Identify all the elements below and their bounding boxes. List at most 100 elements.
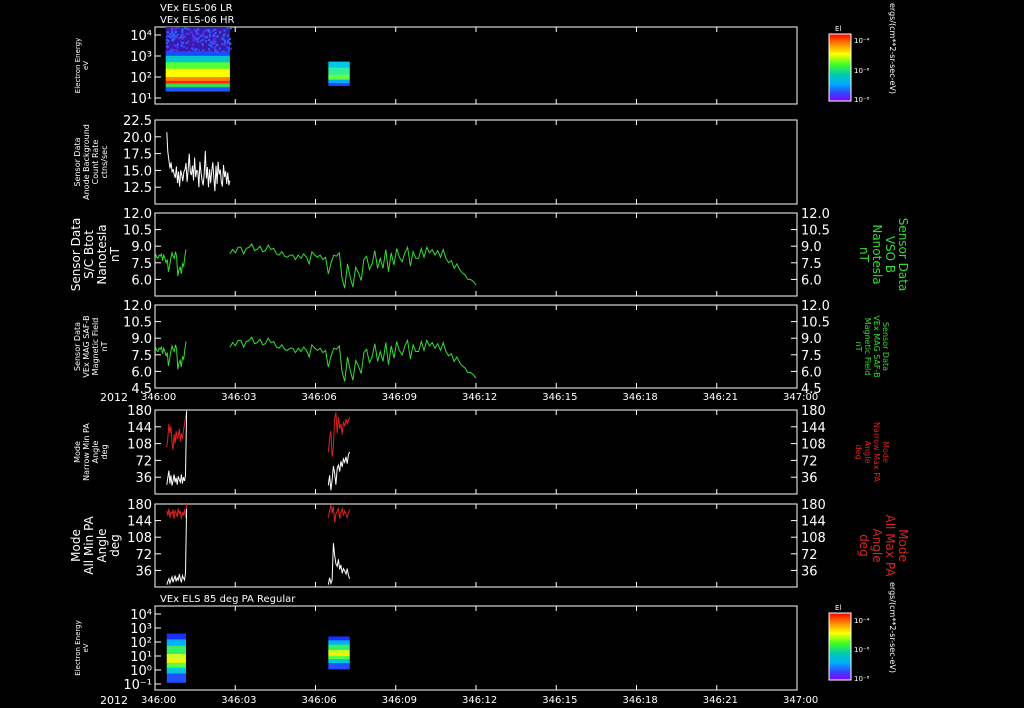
y-tick-label: 12.0	[123, 207, 152, 222]
colorbar-top-gradient	[828, 33, 852, 102]
spectrogram-speckle	[201, 44, 204, 47]
y-tick-label-right: 144	[801, 421, 826, 436]
spectrogram-speckle	[166, 35, 169, 38]
y-axis-label-line: Magnetic Field	[91, 318, 100, 376]
y-tick-label-right: 10.5	[801, 224, 830, 239]
y-tick-label: 7.5	[131, 349, 152, 364]
spectrogram-speckle	[216, 35, 219, 38]
spectrogram-speckle	[227, 46, 230, 49]
spectrogram-speckle	[219, 47, 222, 50]
spectrogram-speckle	[193, 28, 196, 31]
spectrogram-band	[165, 87, 230, 92]
spectrogram-speckle	[185, 41, 188, 44]
y-axis-label-line: Count Rate	[91, 140, 100, 185]
spectrogram-speckle	[229, 27, 232, 30]
time-tick-label: 346:06	[302, 695, 337, 706]
colorbar-bottom-tick-2: 10⁻⁶	[854, 646, 870, 654]
y-tick-label-right: 12.0	[801, 299, 830, 314]
spectrogram-speckle	[209, 31, 212, 34]
spectrogram-speckle	[188, 28, 191, 31]
spectrogram-speckle	[223, 33, 226, 36]
spectrogram-band	[328, 79, 350, 84]
y-tick-label-right: 9.0	[801, 332, 822, 347]
spectrogram-speckle	[166, 46, 169, 49]
spectrogram-speckle	[197, 49, 200, 52]
time-tick-label: 346:18	[623, 695, 658, 706]
panel-frame	[154, 26, 798, 105]
spectrogram-speckle	[175, 49, 178, 52]
time-tick-label: 346:18	[623, 392, 658, 403]
colorbar-top-tick-3: 10⁻⁸	[854, 96, 870, 104]
spectrogram-speckle	[176, 27, 179, 30]
panel-pa-narrow: 180 180144 144108 10872 7236 36Mode Narrow Min…	[73, 404, 890, 495]
y-tick-label: 10²	[130, 636, 152, 651]
spectrogram-speckle	[226, 27, 229, 30]
spectrogram-speckle	[195, 37, 198, 40]
y-axis-label-line: Electron Energy	[74, 38, 82, 93]
colorbar-top: El 10⁻⁴ 10⁻⁶ 10⁻⁸ ergs/(cm**2-sr-sec-eV)	[828, 3, 897, 104]
spectrogram-band	[328, 67, 350, 76]
right-axis-label-line: deg	[857, 534, 871, 557]
y-tick-label: 12.5	[123, 181, 152, 196]
y-axis-label-line: deg	[100, 444, 109, 459]
spectrogram-band	[328, 663, 350, 670]
spectrogram-speckle	[181, 32, 184, 35]
time-tick-label: 346:12	[462, 392, 497, 403]
title-bottom: VEx ELS 85 deg PA Regular	[160, 594, 296, 605]
time-tick-label: 346:03	[221, 392, 256, 403]
year-label-bottom: 2012	[100, 694, 128, 707]
spectrogram-speckle	[221, 42, 224, 45]
spectrogram-speckle	[208, 44, 211, 47]
y-tick-label-right: 180	[801, 498, 826, 513]
panel-bkg: 22.5 20.0 17.515.0 12.5 Sensor Data Anode Bac…	[73, 114, 798, 205]
time-tick-label: 347:00	[783, 695, 818, 706]
y-tick-label: 36	[135, 564, 152, 579]
right-axis-label-line: Narrow Max PA	[872, 422, 881, 483]
series-line	[229, 336, 477, 382]
spectrogram-band	[328, 659, 350, 664]
y-tick-label: 108	[127, 531, 152, 546]
spectrogram-speckle	[208, 38, 211, 41]
spectrogram-band	[328, 640, 350, 646]
spectrogram-speckle	[203, 30, 206, 33]
spectrogram-speckle	[216, 49, 219, 52]
time-tick-label: 346:00	[141, 695, 176, 706]
spectrogram-band	[328, 74, 350, 81]
spectrogram-speckle	[216, 51, 219, 54]
right-axis-label-line: nT	[854, 342, 863, 352]
spectrogram-speckle	[208, 50, 211, 53]
spectrogram-speckle	[171, 32, 174, 35]
spectrogram-speckle	[201, 34, 204, 37]
spectrogram-speckle	[175, 35, 178, 38]
right-axis-label-line: Magnetic Field	[863, 318, 872, 376]
spectrogram-speckle	[214, 49, 217, 52]
spectrogram-band	[328, 644, 350, 651]
panel-frame	[154, 605, 798, 691]
y-tick-label: 15.0	[123, 164, 152, 179]
spectrogram-band	[166, 662, 187, 669]
spectrogram-speckle	[191, 47, 194, 50]
spectrogram-speckle	[208, 48, 211, 51]
spectrogram-speckle	[197, 37, 200, 40]
time-tick-label: 346:15	[542, 695, 577, 706]
spectrogram-band	[165, 51, 230, 57]
y-tick-label: 10.5	[123, 224, 152, 239]
right-axis-label-line: Nanotesla	[870, 224, 884, 284]
series-line	[327, 543, 351, 586]
year-label-mid: 2012	[100, 391, 128, 404]
y-tick-label: 10⁴	[130, 608, 152, 623]
panel-frame	[154, 503, 798, 588]
time-tick-label: 346:06	[302, 392, 337, 403]
spectrogram-block	[328, 636, 350, 670]
spectrogram-speckle	[181, 34, 184, 37]
series-line	[166, 508, 188, 586]
right-axis-label-line: Mode	[881, 441, 890, 463]
series-line	[327, 451, 351, 491]
spectrogram-speckle	[223, 39, 226, 42]
y-tick-label: 10³	[130, 622, 152, 637]
spectrogram-speckle	[209, 41, 212, 44]
spectrogram-speckle	[180, 36, 183, 39]
spectrogram-speckle	[192, 36, 195, 39]
spectrogram-speckle	[170, 49, 173, 52]
spectrogram-speckle	[199, 39, 202, 42]
